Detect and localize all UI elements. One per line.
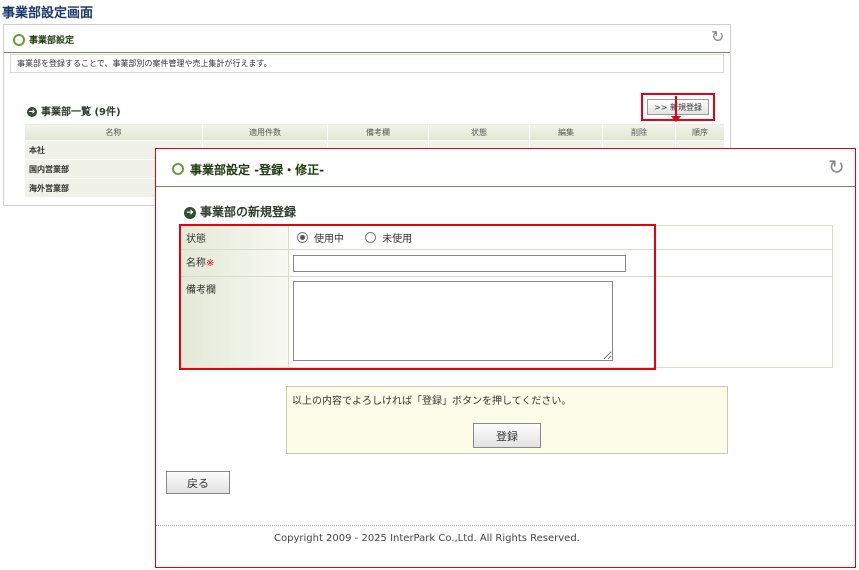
status-radio-active[interactable]: [297, 232, 308, 243]
column-header: 備考欄: [327, 123, 429, 141]
new-register-button[interactable]: >> 新規登録: [647, 99, 709, 115]
list-title: 事業部一覧 (9件): [41, 107, 121, 118]
back-button[interactable]: 戻る: [166, 471, 230, 494]
copyright-text: Copyright 2009 - 2025 InterPark Co.,Ltd.…: [274, 533, 580, 544]
panel-header: 事業部設定 ↻: [4, 25, 730, 53]
memo-row: 備考欄: [179, 276, 833, 368]
bullet-icon: [13, 34, 25, 46]
refresh-icon[interactable]: ↻: [828, 155, 845, 179]
description-box: 事業部を登録することで、事業部別の案件管理や売上集計が行えます。: [10, 54, 724, 73]
registration-form: 状態 使用中 未使用 名称※ 備考欄: [179, 225, 833, 368]
bullet-icon: [172, 163, 184, 175]
arrow-right-icon: ➜: [184, 206, 196, 219]
status-row: 状態 使用中 未使用: [179, 225, 833, 250]
section-title-text: 事業部の新規登録: [200, 205, 297, 219]
section-title: ➜ 事業部の新規登録: [184, 203, 296, 220]
confirm-text: 以上の内容でよろしければ「登録」ボタンを押してください。: [292, 396, 572, 407]
footer-divider: [156, 525, 855, 526]
column-header: 名称: [24, 123, 203, 141]
memo-label: 備考欄: [179, 276, 289, 368]
panel-title: 事業部設定 -登録・修正-: [190, 163, 325, 177]
column-header: 削除: [602, 123, 676, 141]
connector-line: [675, 96, 677, 117]
memo-textarea[interactable]: [293, 280, 613, 361]
list-section-title: ➜ 事業部一覧 (9件): [27, 103, 121, 118]
name-label: 名称: [186, 258, 206, 269]
page-title: 事業部設定画面: [2, 6, 94, 21]
table-header-row: 名称 適用件数 備考欄 状態 編集 削除 順序: [24, 123, 725, 141]
required-mark: ※: [206, 258, 215, 269]
register-button[interactable]: 登録: [473, 423, 541, 448]
name-row: 名称※: [179, 249, 833, 277]
status-radio-inactive[interactable]: [365, 232, 377, 243]
connector-arrow-icon: [671, 116, 681, 122]
name-label-cell: 名称※: [179, 249, 289, 277]
column-header: 適用件数: [202, 123, 328, 141]
panel-header: 事業部設定 -登録・修正- ↻: [156, 149, 855, 187]
refresh-icon[interactable]: ↻: [711, 27, 724, 46]
column-header: 順序: [675, 123, 725, 141]
column-header: 状態: [428, 123, 530, 141]
confirm-box: 以上の内容でよろしければ「登録」ボタンを押してください。 登録: [286, 386, 728, 454]
status-option-active: 使用中: [314, 234, 344, 245]
status-label: 状態: [179, 225, 289, 250]
arrow-right-icon: ➜: [27, 107, 37, 117]
registration-panel: 事業部設定 -登録・修正- ↻ ➜ 事業部の新規登録 状態 使用中 未使用 名称※…: [155, 148, 856, 568]
column-header: 編集: [529, 123, 603, 141]
panel-title: 事業部設定: [29, 36, 75, 46]
status-option-inactive: 未使用: [382, 234, 413, 245]
name-input[interactable]: [293, 254, 626, 272]
